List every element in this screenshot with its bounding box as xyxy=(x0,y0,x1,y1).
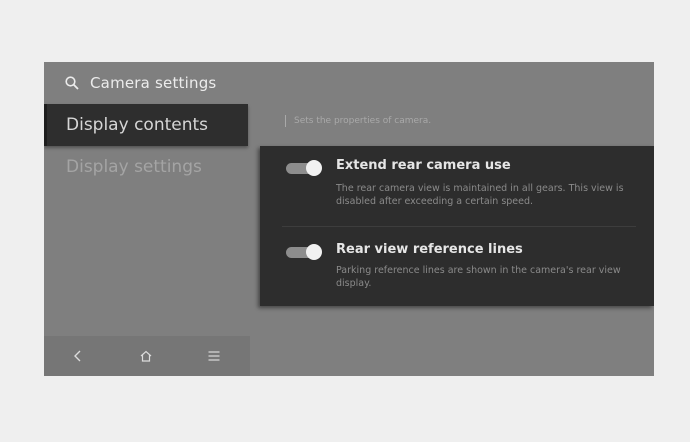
option-title: Rear view reference lines xyxy=(336,242,523,257)
sidebar: Display contents Display settings xyxy=(44,62,250,376)
option-rear-view-reference-lines[interactable]: Rear view reference lines Parking refere… xyxy=(260,228,654,306)
extend-rear-camera-toggle[interactable] xyxy=(286,160,322,176)
option-description: The rear camera view is maintained in al… xyxy=(336,183,624,207)
bottom-nav-bar xyxy=(44,336,250,376)
toggle-knob xyxy=(306,160,322,176)
sidebar-item-display-contents[interactable]: Display contents xyxy=(44,104,248,146)
section-description: Sets the properties of camera. xyxy=(285,114,431,128)
page-title: Camera settings xyxy=(90,74,217,92)
option-title: Extend rear camera use xyxy=(336,158,511,173)
camera-settings-screen: Display contents Display settings Camera… xyxy=(44,62,654,376)
search-icon[interactable] xyxy=(64,75,80,91)
description-divider xyxy=(285,115,286,127)
back-button[interactable] xyxy=(44,336,112,376)
home-button[interactable] xyxy=(112,336,180,376)
option-description: Parking reference lines are shown in the… xyxy=(336,265,621,289)
back-icon xyxy=(74,350,81,362)
option-extend-rear-camera[interactable]: Extend rear camera use The rear camera v… xyxy=(260,146,654,228)
toggle-knob xyxy=(306,244,322,260)
description-text: Sets the properties of camera. xyxy=(294,116,432,126)
sidebar-item-label: Display settings xyxy=(66,157,202,177)
options-panel: Extend rear camera use The rear camera v… xyxy=(260,146,654,306)
option-divider xyxy=(282,226,636,227)
home-icon xyxy=(140,350,152,362)
menu-icon xyxy=(208,351,220,361)
screen-header: Camera settings xyxy=(64,72,216,94)
menu-button[interactable] xyxy=(180,336,248,376)
sidebar-item-label: Display contents xyxy=(66,115,209,135)
sidebar-item-display-settings[interactable]: Display settings xyxy=(44,146,248,188)
rear-view-reference-lines-toggle[interactable] xyxy=(286,244,322,260)
